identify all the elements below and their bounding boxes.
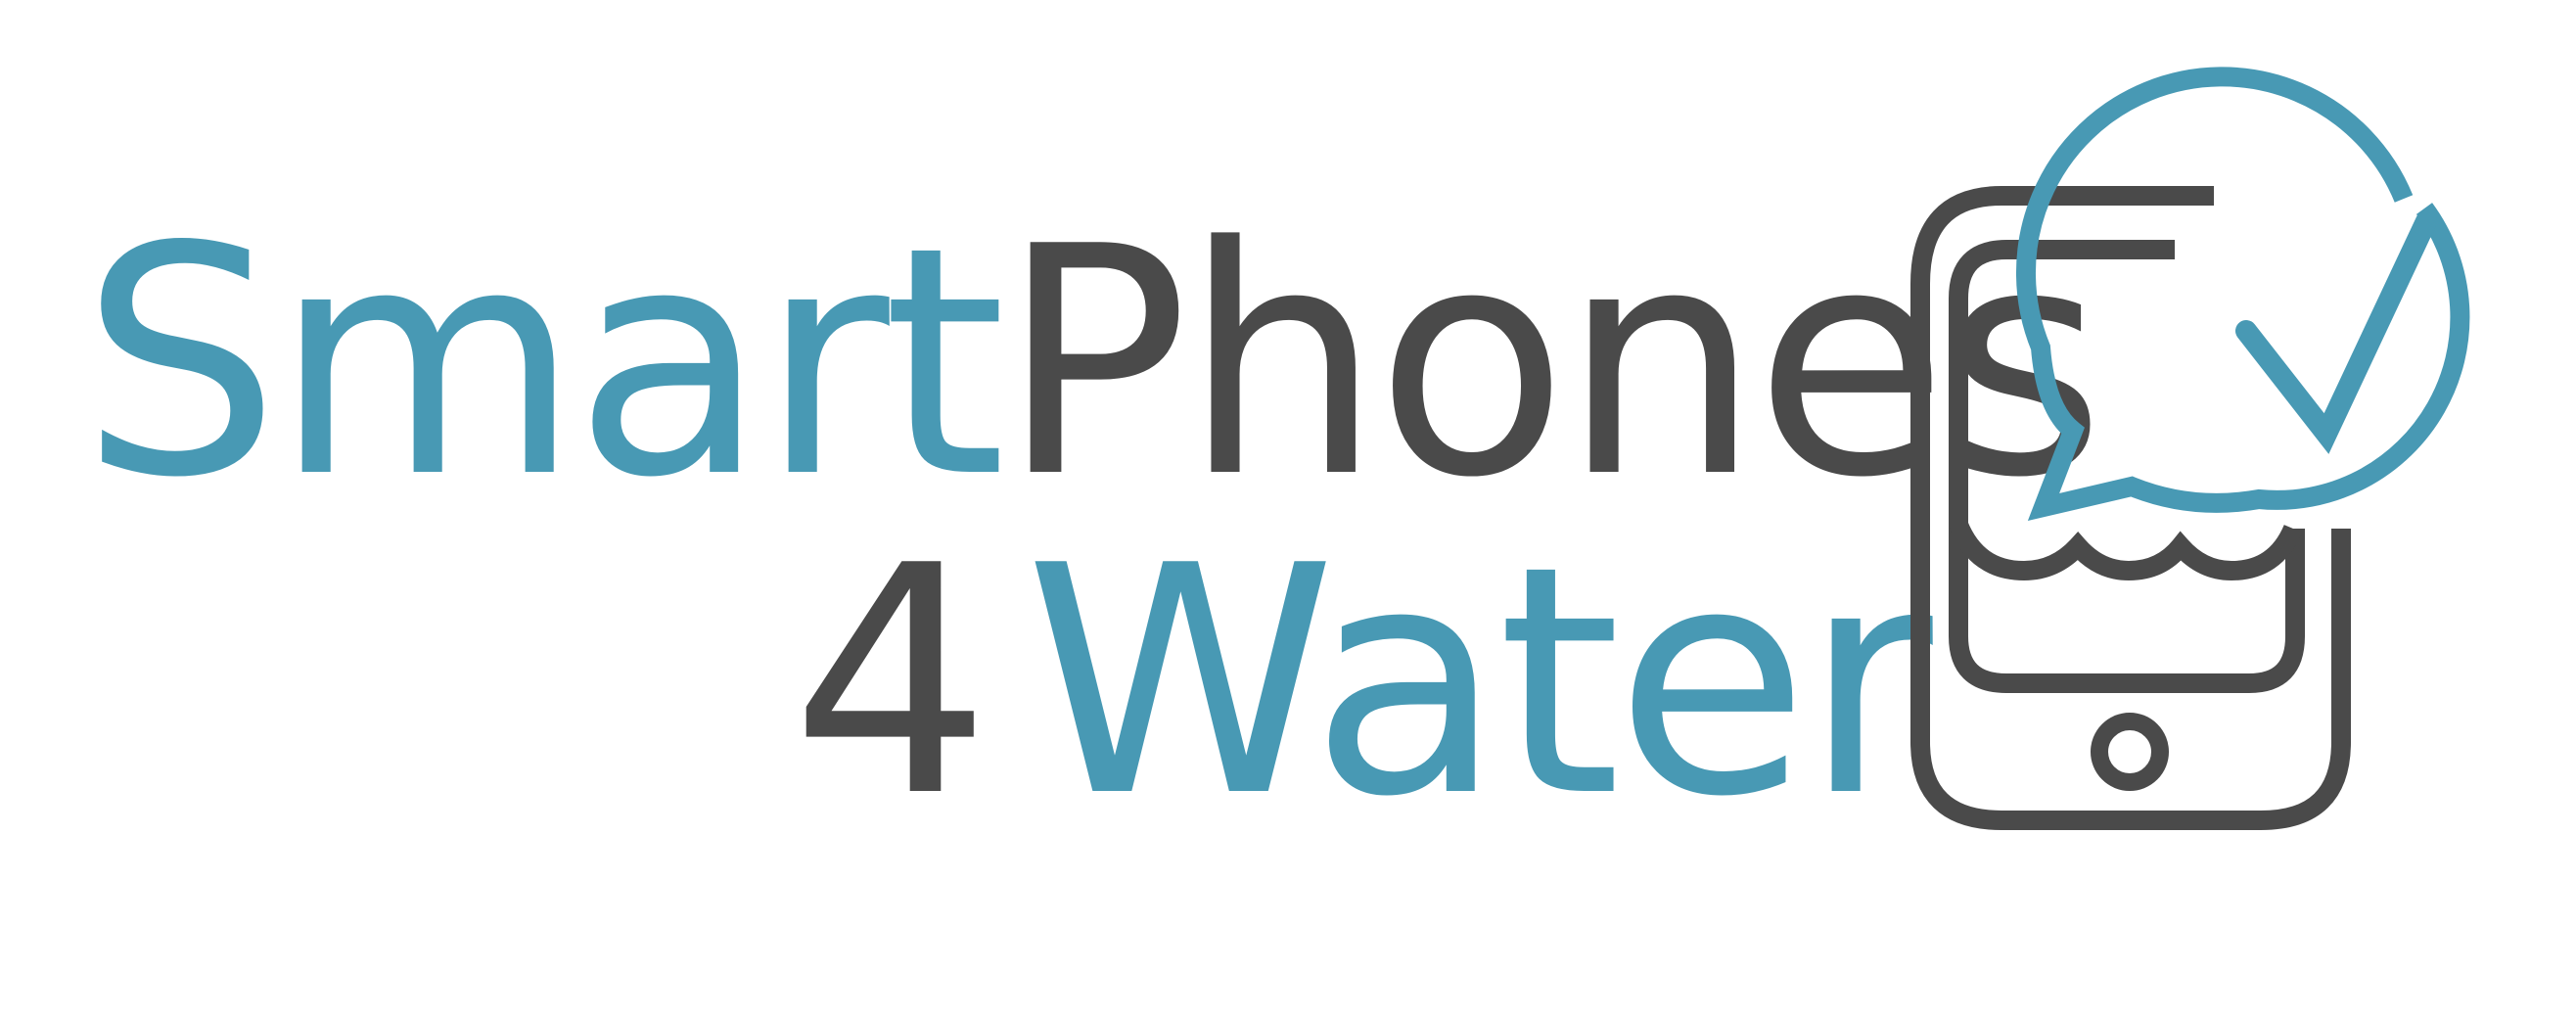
phone-screen-outline (1949, 240, 2305, 693)
smartphone-water-checkmark-icon (0, 0, 2576, 1020)
water-waves (1949, 520, 2303, 581)
checkmark-icon (2235, 210, 2437, 454)
home-button-icon (2091, 713, 2169, 791)
logo: SmartPhones 4 Water (0, 0, 2576, 1020)
